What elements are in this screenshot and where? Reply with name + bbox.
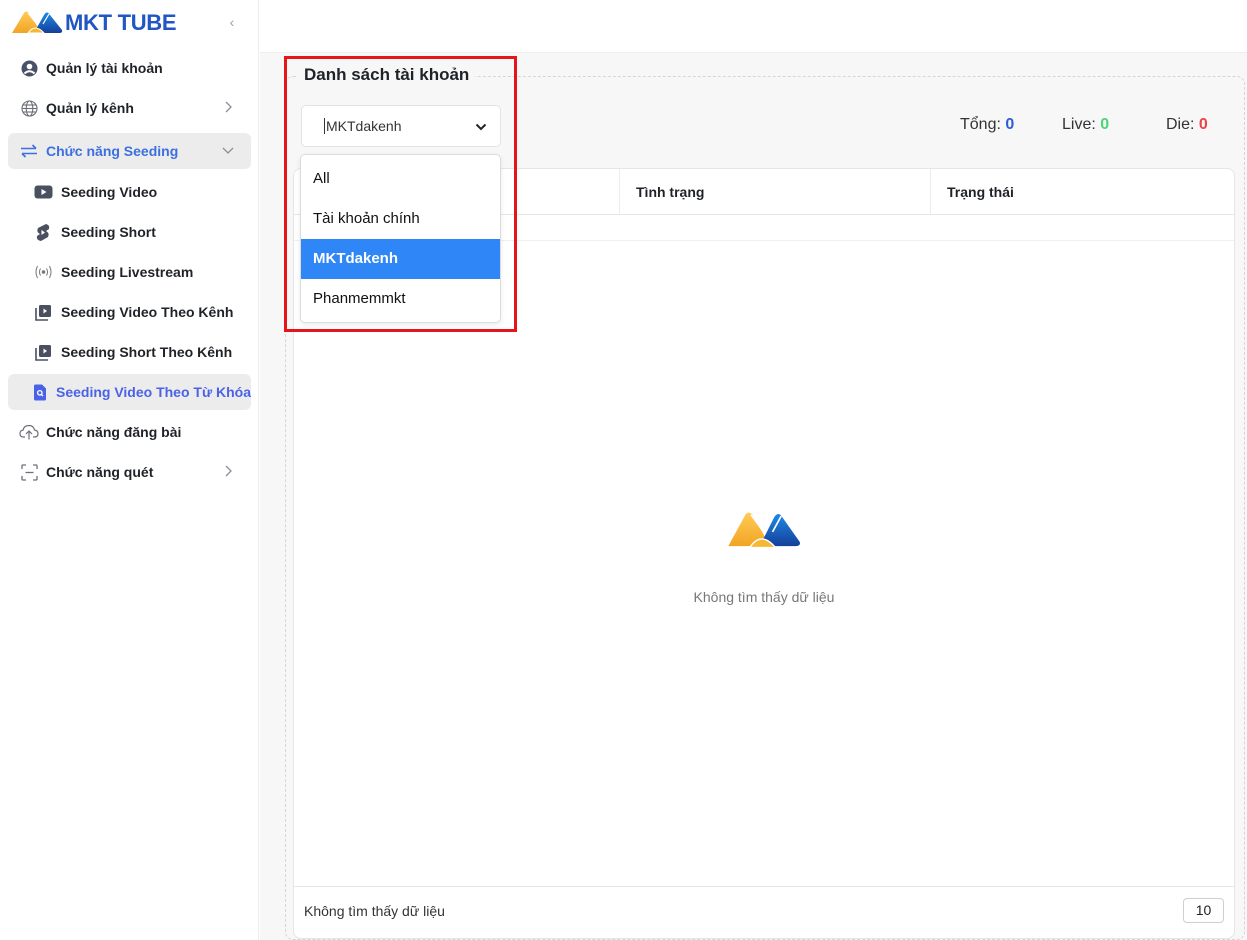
column-header-status[interactable]: Tình trạng	[619, 169, 930, 215]
column-header-state[interactable]: Trạng thái	[930, 169, 1235, 215]
sidebar-item-label: Seeding Short Theo Kênh	[61, 344, 233, 360]
stat-die-label: Die:	[1166, 116, 1195, 133]
select-value: MKTdakenh	[324, 118, 402, 134]
sidebar-item-posting[interactable]: Chức năng đăng bài	[8, 414, 251, 450]
page-size-select[interactable]: 10	[1183, 898, 1224, 923]
stat-live: Live: 0	[1062, 116, 1109, 134]
empty-logo-icon	[728, 512, 800, 549]
sidebar-item-seeding-livestream[interactable]: Seeding Livestream	[8, 254, 251, 290]
account-group-select[interactable]: MKTdakenh	[301, 105, 501, 147]
stat-total-label: Tổng:	[960, 116, 1001, 133]
sidebar-item-label: Seeding Video Theo Kênh	[61, 304, 234, 320]
chevron-left-icon: ‹	[229, 14, 235, 30]
chevron-down-icon	[475, 123, 487, 131]
shorts-icon	[32, 222, 54, 242]
stat-live-value: 0	[1100, 116, 1110, 133]
scan-icon	[18, 462, 40, 482]
youtube-play-icon	[32, 182, 54, 202]
sidebar-item-seeding-short-by-channel[interactable]: Seeding Short Theo Kênh	[8, 334, 251, 370]
footer-message: Không tìm thấy dữ liệu	[304, 903, 445, 919]
empty-state: Không tìm thấy dữ liệu	[294, 509, 1234, 605]
panel-title: Danh sách tài khoản	[298, 65, 476, 85]
sidebar-item-label: Chức năng đăng bài	[46, 424, 182, 440]
brand-name: MKT TUBE	[65, 10, 177, 35]
sidebar-item-label: Quản lý tài khoản	[46, 60, 163, 76]
broadcast-icon	[32, 262, 54, 282]
globe-icon	[18, 98, 40, 118]
sidebar-item-label: Seeding Video	[61, 184, 158, 200]
stat-die-value: 0	[1198, 116, 1208, 133]
account-group-dropdown: All Tài khoản chính MKTdakenh Phanmemmkt	[300, 154, 501, 323]
sidebar-item-label: Quản lý kênh	[46, 100, 134, 116]
mkt-logo-icon	[12, 11, 63, 34]
table-footer: Không tìm thấy dữ liệu 10	[294, 886, 1234, 938]
dropdown-option-all[interactable]: All	[301, 159, 500, 199]
sidebar-item-seeding-video[interactable]: Seeding Video	[8, 174, 251, 210]
playlist-play-icon	[32, 342, 54, 362]
sidebar-item-label: Chức năng quét	[46, 464, 154, 480]
file-search-icon	[32, 382, 49, 402]
chevron-right-icon	[225, 101, 232, 113]
app-logo[interactable]: MKT TUBE	[10, 9, 177, 37]
dropdown-option-phanmemmkt[interactable]: Phanmemmkt	[301, 279, 500, 319]
sidebar-item-label: Seeding Video Theo Từ Khóa	[55, 384, 251, 400]
sidebar-item-seeding-video-by-keyword[interactable]: Seeding Video Theo Từ Khóa	[8, 374, 251, 410]
collapse-sidebar-button[interactable]: ‹	[222, 12, 242, 32]
sidebar-item-label: Seeding Short	[61, 224, 156, 240]
user-circle-icon	[18, 58, 40, 78]
cloud-upload-icon	[18, 422, 40, 442]
sidebar: MKT TUBE ‹ Quản lý tài khoản Quản lý kên…	[0, 0, 259, 940]
dropdown-option-main-account[interactable]: Tài khoản chính	[301, 199, 500, 239]
chevron-down-icon	[222, 147, 234, 154]
stat-total: Tổng: 0	[960, 116, 1014, 134]
sidebar-item-label: Seeding Livestream	[61, 264, 194, 280]
sidebar-item-seeding[interactable]: Chức năng Seeding	[8, 133, 251, 169]
empty-message: Không tìm thấy dữ liệu	[693, 589, 835, 605]
stat-live-label: Live:	[1062, 116, 1096, 133]
stat-die: Die: 0	[1166, 116, 1208, 134]
sidebar-item-seeding-short[interactable]: Seeding Short	[8, 214, 251, 250]
top-header	[260, 0, 1247, 53]
sidebar-item-label: Chức năng Seeding	[46, 143, 179, 159]
playlist-play-icon	[32, 302, 54, 322]
sidebar-item-scan[interactable]: Chức năng quét	[8, 454, 251, 490]
sidebar-item-channel-management[interactable]: Quản lý kênh	[8, 90, 251, 126]
sidebar-item-seeding-video-by-channel[interactable]: Seeding Video Theo Kênh	[8, 294, 251, 330]
dropdown-option-mktdakenh[interactable]: MKTdakenh	[301, 239, 500, 279]
chevron-right-icon	[225, 465, 232, 477]
sidebar-item-account-management[interactable]: Quản lý tài khoản	[8, 50, 251, 86]
stat-total-value: 0	[1005, 116, 1015, 133]
swap-arrows-icon	[18, 141, 40, 161]
